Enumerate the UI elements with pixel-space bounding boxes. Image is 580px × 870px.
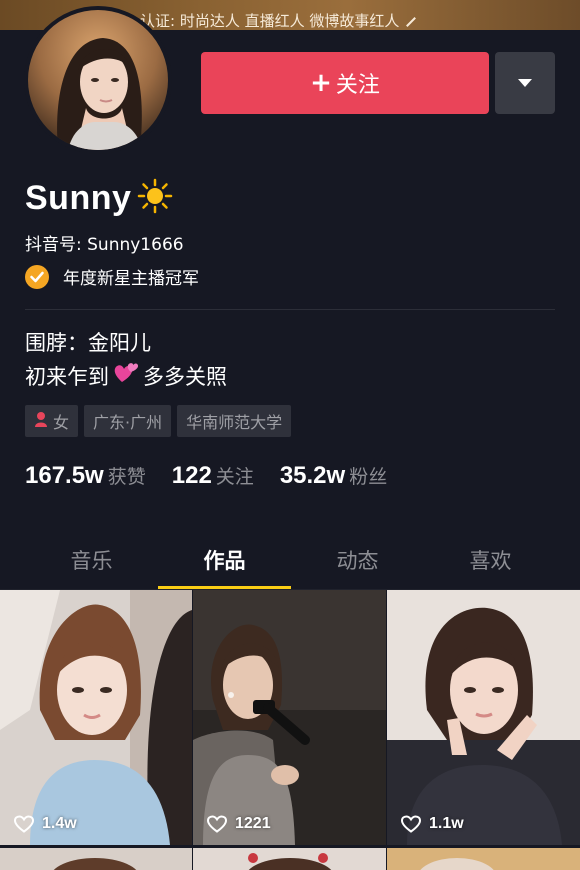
content-tabs: 音乐 作品 动态 喜欢 bbox=[0, 530, 580, 590]
name-row: Sunny bbox=[25, 178, 173, 218]
award-row[interactable]: 年度新星主播冠军 bbox=[25, 264, 199, 289]
video-likes: 1.4w bbox=[14, 815, 77, 833]
video-grid-next-row bbox=[0, 848, 580, 870]
video-thumbnail-image bbox=[193, 590, 386, 845]
avatar[interactable] bbox=[24, 6, 172, 154]
heart-icon bbox=[14, 815, 34, 833]
video-likes-count: 1221 bbox=[235, 815, 271, 832]
video-thumbnail[interactable] bbox=[387, 848, 580, 870]
bio-line-1: 围脖：金阳儿 bbox=[25, 331, 151, 355]
gender-label: 女 bbox=[53, 413, 70, 432]
tab-updates[interactable]: 动态 bbox=[291, 530, 424, 589]
likes-label: 获赞 bbox=[107, 466, 146, 488]
avatar-photo bbox=[28, 10, 168, 150]
bio-line-2: 初来乍到 多多关照 bbox=[25, 360, 227, 391]
plus-icon: + bbox=[310, 68, 332, 98]
following-stat[interactable]: 122 关注 bbox=[172, 462, 254, 490]
divider bbox=[25, 309, 555, 310]
heart-icon bbox=[207, 815, 227, 833]
douyin-id: 抖音号: Sunny1666 bbox=[25, 235, 184, 255]
edit-icon[interactable] bbox=[406, 16, 417, 27]
video-likes: 1221 bbox=[207, 815, 271, 833]
chevron-down-icon bbox=[518, 79, 532, 87]
video-thumbnail[interactable]: 1.4w bbox=[0, 590, 192, 845]
display-name: Sunny bbox=[25, 178, 132, 217]
location-tag: 广东·广州 bbox=[84, 405, 172, 437]
two-hearts-icon bbox=[112, 360, 140, 391]
video-thumbnail[interactable]: 1.1w bbox=[387, 590, 580, 845]
certification-text: 认证: 时尚达人 直播红人 微博故事红人 bbox=[140, 10, 417, 30]
video-thumbnail-image bbox=[0, 590, 192, 845]
likes-stat[interactable]: 167.5w 获赞 bbox=[25, 462, 146, 490]
profile-stats: 167.5w 获赞 122 关注 35.2w 粉丝 bbox=[25, 462, 413, 490]
video-thumbnail-image bbox=[387, 590, 580, 845]
video-thumbnail[interactable] bbox=[193, 848, 386, 870]
female-icon bbox=[34, 411, 48, 431]
following-count: 122 bbox=[171, 462, 212, 489]
follow-button[interactable]: + 关注 bbox=[201, 52, 489, 114]
followers-label: 粉丝 bbox=[349, 466, 388, 488]
video-likes: 1.1w bbox=[401, 815, 464, 833]
award-text: 年度新星主播冠军 bbox=[63, 269, 199, 289]
video-likes-count: 1.4w bbox=[42, 815, 77, 832]
followers-count: 35.2w bbox=[279, 462, 346, 489]
video-grid: 1.4w 1221 1.1w bbox=[0, 590, 580, 870]
video-thumbnail[interactable]: 1221 bbox=[193, 590, 386, 845]
tab-works[interactable]: 作品 bbox=[158, 530, 291, 589]
video-thumbnail[interactable] bbox=[0, 848, 192, 870]
follow-button-label: 关注 bbox=[335, 73, 380, 98]
tab-likes[interactable]: 喜欢 bbox=[424, 530, 557, 589]
more-options-button[interactable] bbox=[495, 52, 555, 114]
sun-icon bbox=[137, 178, 173, 218]
likes-count: 167.5w bbox=[25, 462, 104, 489]
certification-label: 认证: 时尚达人 直播红人 微博故事红人 bbox=[140, 12, 400, 30]
gender-tag: 女 bbox=[25, 405, 79, 437]
school-tag: 华南师范大学 bbox=[177, 405, 292, 437]
profile-tags: 女 广东·广州 华南师范大学 bbox=[25, 405, 297, 437]
followers-stat[interactable]: 35.2w 粉丝 bbox=[280, 462, 387, 490]
bio-text-before: 初来乍到 bbox=[25, 364, 109, 389]
tab-music[interactable]: 音乐 bbox=[25, 530, 158, 589]
following-label: 关注 bbox=[215, 466, 254, 488]
bio-text-after: 多多关照 bbox=[143, 364, 227, 389]
verified-check-icon bbox=[25, 264, 49, 289]
heart-icon bbox=[401, 815, 421, 833]
video-likes-count: 1.1w bbox=[429, 815, 464, 832]
